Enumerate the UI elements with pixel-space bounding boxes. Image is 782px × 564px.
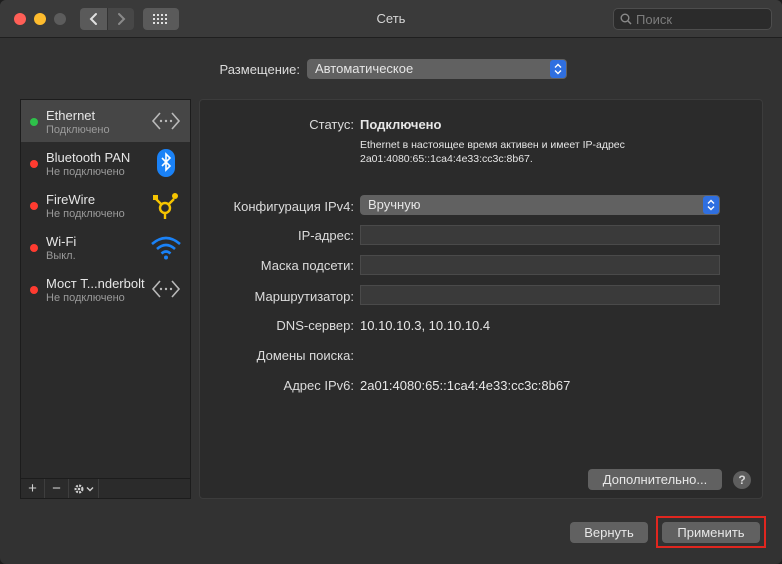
status-value: Подключено xyxy=(360,117,442,132)
subnet-mask-field[interactable] xyxy=(360,255,720,275)
service-name: Ethernet xyxy=(46,108,96,123)
status-dot xyxy=(30,286,38,294)
service-item-ethernet[interactable]: Ethernet Подключено xyxy=(21,100,190,142)
status-dot xyxy=(30,118,38,126)
add-service-button[interactable]: + xyxy=(21,479,45,498)
search-placeholder: Поиск xyxy=(636,11,673,27)
status-label: Статус: xyxy=(309,117,354,132)
ipv4-config-value: Вручную xyxy=(368,197,421,212)
location-popup[interactable]: Автоматическое xyxy=(307,59,567,79)
router-label: Маршрутизатор: xyxy=(254,289,354,304)
service-name: Bluetooth PAN xyxy=(46,150,131,165)
service-status: Не подключено xyxy=(46,166,125,178)
ip-address-label: IP-адрес: xyxy=(298,228,354,243)
ipv6-address-value: 2a01:4080:65::1ca4:4e33:cc3c:8b67 xyxy=(360,378,571,393)
service-status: Подключено xyxy=(46,124,110,136)
service-name: Wi-Fi xyxy=(46,234,77,249)
remove-service-button[interactable]: − xyxy=(45,479,69,498)
action-menu-button[interactable] xyxy=(69,479,99,498)
search-icon xyxy=(620,13,632,25)
advanced-button[interactable]: Дополнительно... xyxy=(588,469,722,490)
status-dot xyxy=(30,202,38,210)
gear-icon xyxy=(73,483,93,494)
status-description-line2: 2a01:4080:65::1ca4:4e33:cc3c:8b67. xyxy=(360,153,533,165)
search-domains-label: Домены поиска: xyxy=(256,348,354,363)
service-item-wifi[interactable]: Wi-Fi Выкл. xyxy=(21,226,190,268)
wifi-icon xyxy=(151,236,181,260)
status-description-line1: Ethernet в настоящее время активен и име… xyxy=(360,139,625,151)
service-name: FireWire xyxy=(46,192,96,207)
popup-arrows-icon xyxy=(703,196,719,214)
popup-arrows-icon xyxy=(550,60,566,78)
status-dot xyxy=(30,244,38,252)
service-item-bluetooth-pan[interactable]: Bluetooth PAN Не подключено xyxy=(21,142,190,184)
title-bar: Сеть Поиск xyxy=(0,0,782,38)
service-item-firewire[interactable]: FireWire Не подключено xyxy=(21,184,190,226)
firewire-icon xyxy=(153,193,178,219)
network-preferences-window: Сеть Поиск Размещение: Автоматическое Et… xyxy=(0,0,782,564)
router-field[interactable] xyxy=(360,285,720,305)
apply-button-highlight xyxy=(656,516,766,548)
ipv4-config-popup[interactable]: Вручную xyxy=(360,195,720,215)
location-value: Автоматическое xyxy=(315,61,414,76)
bluetooth-icon xyxy=(157,149,175,177)
service-name: Мост T...nderbolt xyxy=(46,276,145,291)
ip-address-field[interactable] xyxy=(360,225,720,245)
thunderbolt-bridge-icon xyxy=(151,280,181,298)
ethernet-icon xyxy=(151,112,181,130)
location-label: Размещение: xyxy=(219,62,300,77)
service-list-toolbar: + − xyxy=(20,479,191,499)
dns-server-label: DNS-сервер: xyxy=(276,318,354,333)
subnet-mask-label: Маска подсети: xyxy=(260,258,354,273)
status-dot xyxy=(30,160,38,168)
ipv4-config-label: Конфигурация IPv4: xyxy=(233,199,354,214)
service-status: Не подключено xyxy=(46,208,125,220)
service-item-thunderbolt-bridge[interactable]: Мост T...nderbolt Не подключено xyxy=(21,268,190,310)
service-status: Не подключено xyxy=(46,292,125,304)
dns-server-value: 10.10.10.3, 10.10.10.4 xyxy=(360,318,491,333)
help-button[interactable]: ? xyxy=(733,471,751,489)
service-status: Выкл. xyxy=(46,250,76,262)
revert-button[interactable]: Вернуть xyxy=(570,522,648,543)
ipv6-address-label: Адрес IPv6: xyxy=(283,378,354,393)
search-field[interactable]: Поиск xyxy=(613,8,772,30)
service-list: Ethernet Подключено Bluetooth PAN Не под… xyxy=(20,99,191,479)
